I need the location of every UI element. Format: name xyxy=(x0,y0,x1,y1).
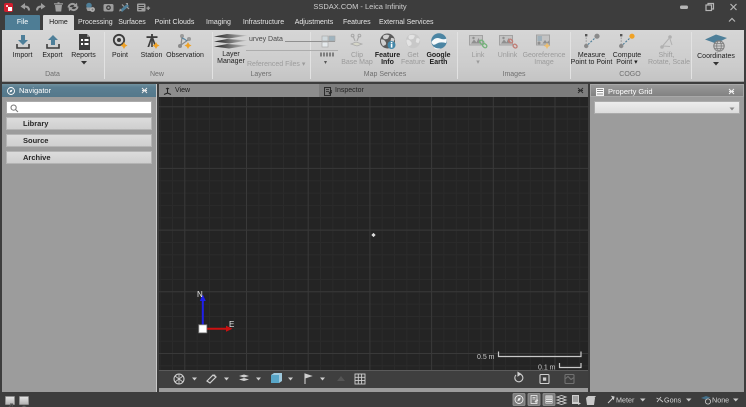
svg-text:None: None xyxy=(712,396,729,405)
svg-text:Meter: Meter xyxy=(616,396,635,405)
svg-text:Gons: Gons xyxy=(664,396,682,405)
svg-text:E: E xyxy=(229,320,234,329)
svg-text:N: N xyxy=(197,290,203,299)
svg-text:0.5 m: 0.5 m xyxy=(477,354,495,361)
